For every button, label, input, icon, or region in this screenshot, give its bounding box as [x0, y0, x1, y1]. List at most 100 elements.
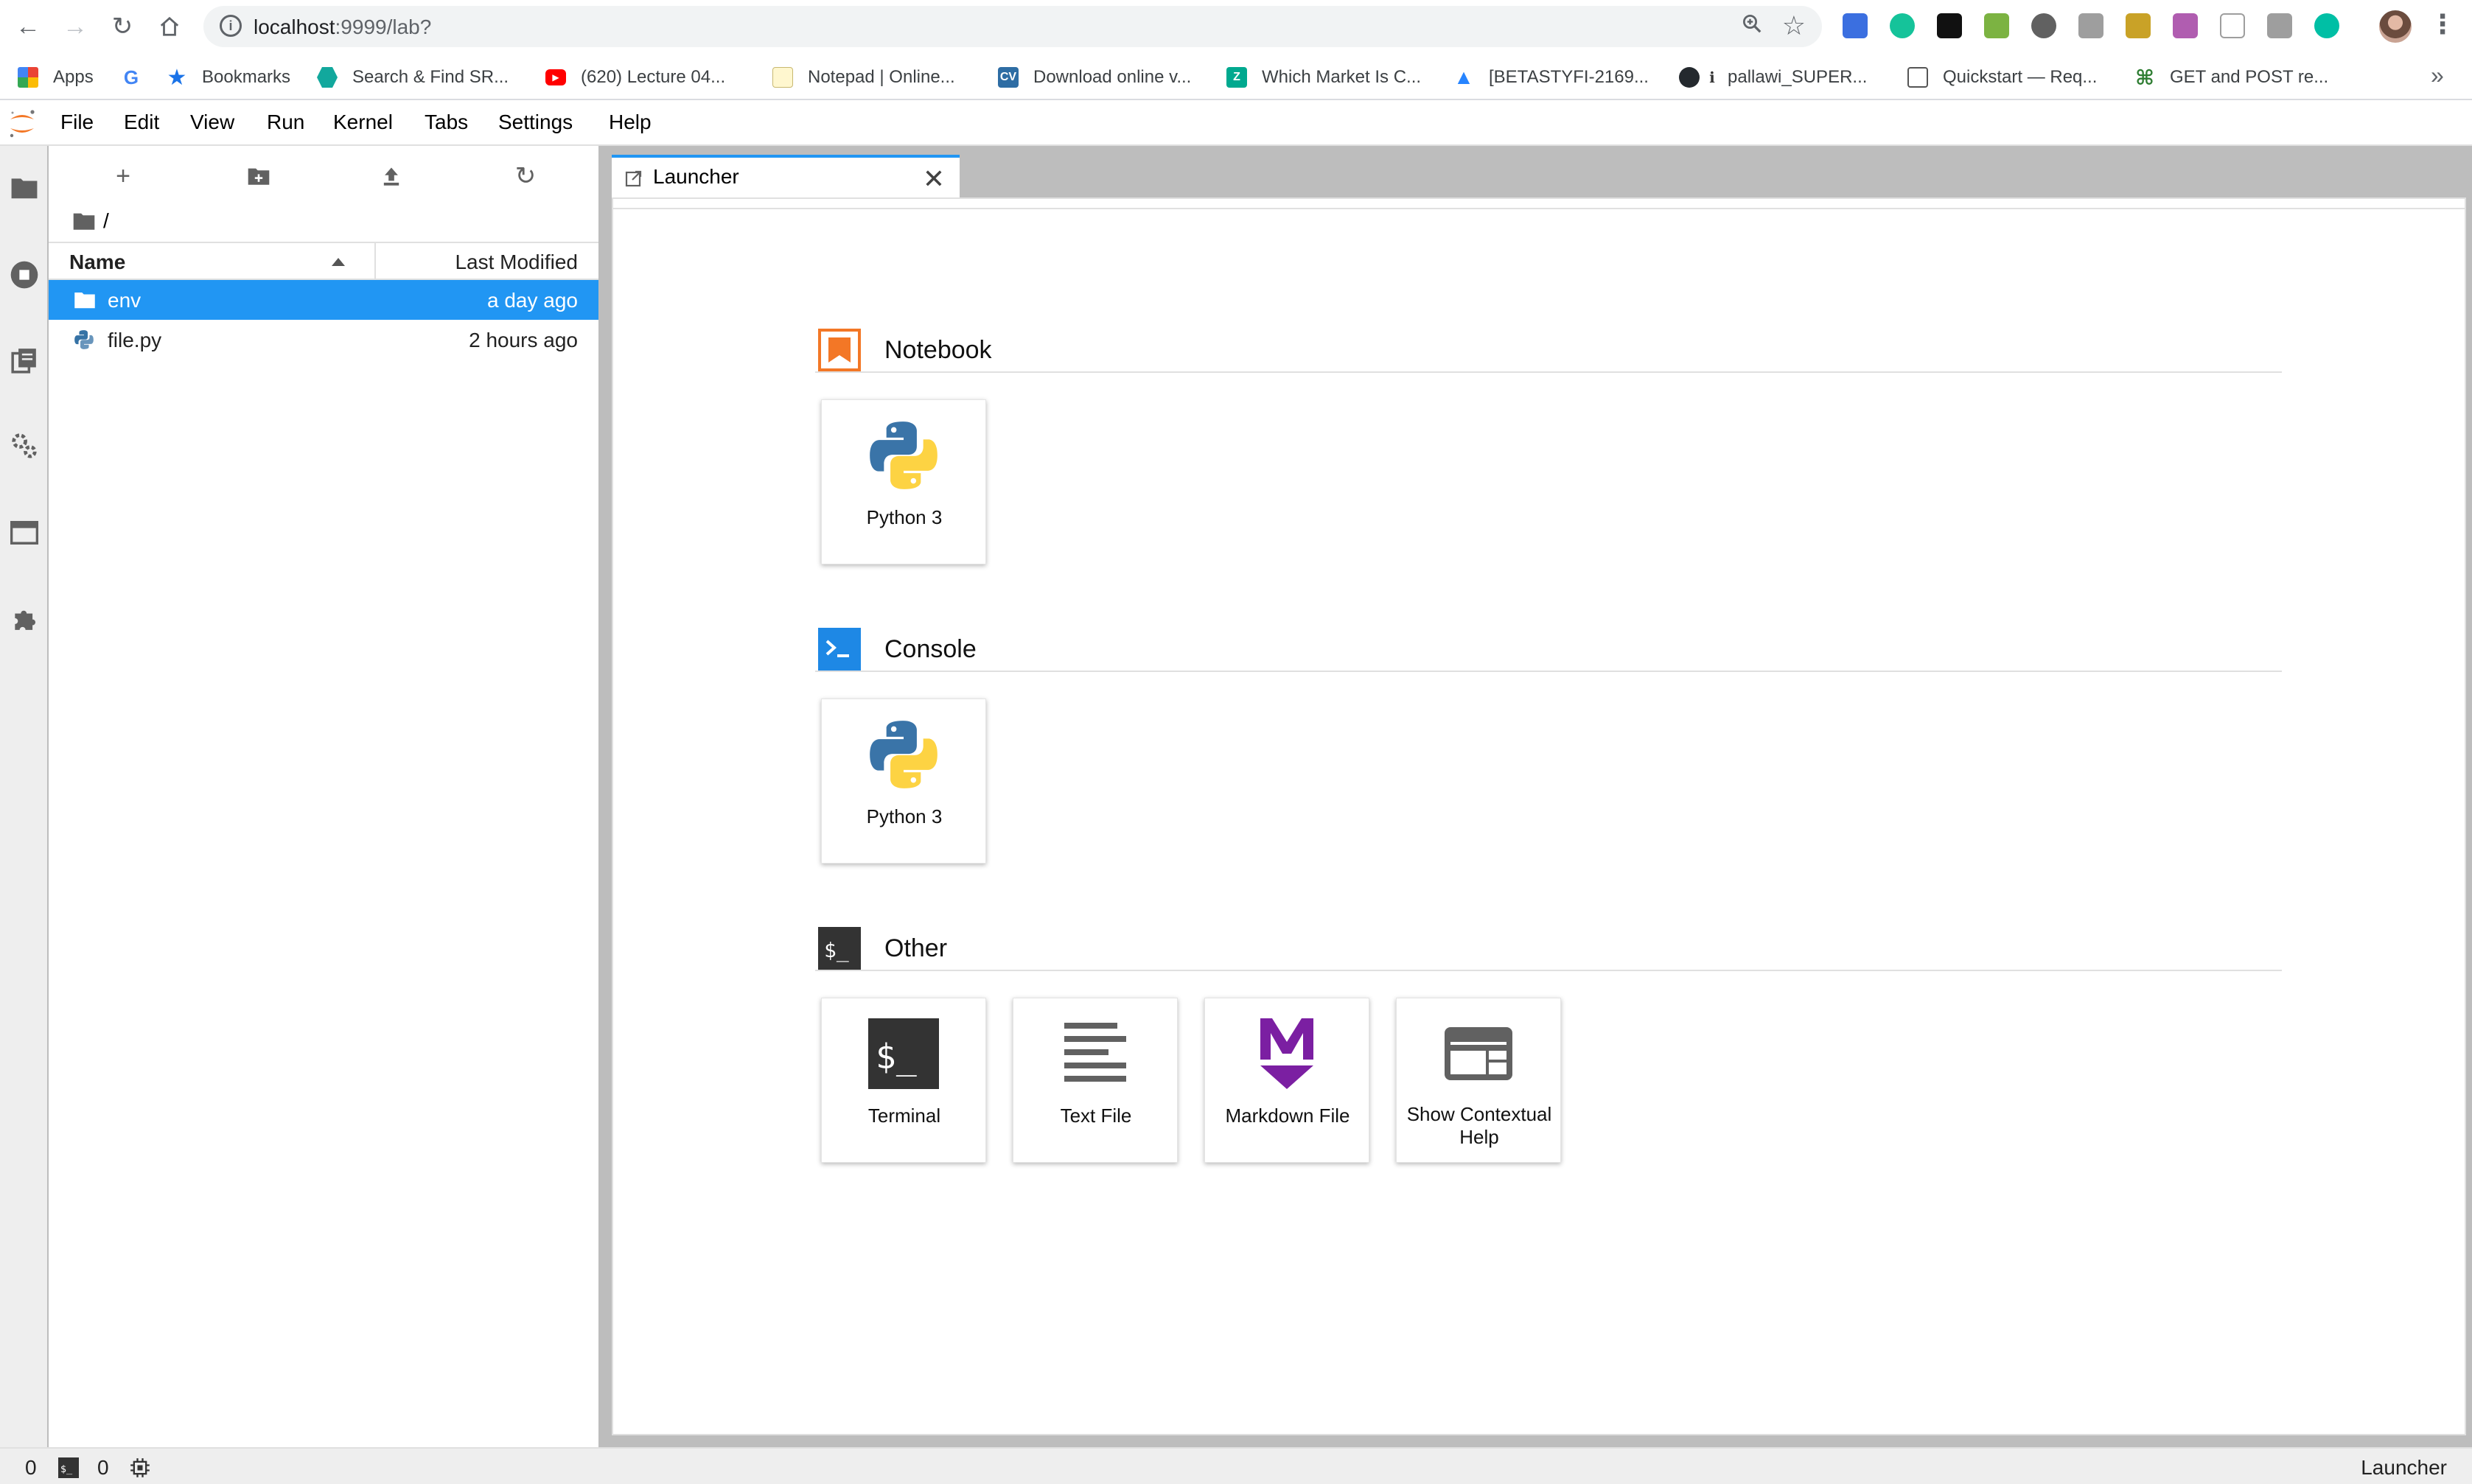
- menu-tabs[interactable]: Tabs: [425, 111, 468, 134]
- menu-kernel[interactable]: Kernel: [333, 111, 393, 134]
- running-sessions-icon[interactable]: [7, 258, 41, 292]
- bookmark-star-icon[interactable]: ☆: [1782, 10, 1806, 41]
- file-name: env: [108, 289, 142, 312]
- status-bar: 0 $_ 0 Launcher: [0, 1447, 2472, 1484]
- terminal-status-icon[interactable]: $_: [57, 1457, 80, 1483]
- bookmark-bookmarks[interactable]: ★ Bookmarks: [167, 65, 291, 90]
- column-name-header[interactable]: Name: [69, 251, 125, 274]
- upload-icon[interactable]: [374, 159, 408, 193]
- menu-help[interactable]: Help: [609, 111, 652, 134]
- extension-box-icon[interactable]: [2267, 13, 2292, 38]
- card-label: Show Contextual Help: [1406, 1103, 1552, 1148]
- breadcrumb: /: [72, 206, 109, 236]
- svg-text:$_: $_: [876, 1037, 917, 1077]
- text-file-icon: [1055, 1013, 1136, 1094]
- bookmarks-overflow-icon[interactable]: »: [2431, 62, 2444, 89]
- terminal-count[interactable]: 0: [97, 1456, 109, 1480]
- browser-menu-icon[interactable]: ⋮: [2429, 9, 2456, 40]
- github-icon: [1679, 67, 1700, 88]
- command-palette-icon[interactable]: [7, 343, 41, 377]
- launcher-card-markdown-file[interactable]: Markdown File: [1204, 998, 1369, 1163]
- extension-code-icon[interactable]: [2078, 13, 2103, 38]
- panel-divider: [613, 208, 2466, 209]
- file-modified: 2 hours ago: [469, 329, 578, 351]
- extension-grammarly-icon[interactable]: [1890, 13, 1915, 38]
- bookmark-which-market[interactable]: Z Which Market Is C...: [1226, 65, 1421, 90]
- extension-mendeley-icon[interactable]: [1937, 13, 1962, 38]
- launcher-tab-icon: [625, 170, 642, 187]
- bookmark-get-post[interactable]: ⌘ GET and POST re...: [2134, 65, 2328, 90]
- column-divider[interactable]: [374, 243, 376, 280]
- section-header: $_ Other: [815, 927, 2282, 971]
- file-name: file.py: [108, 329, 162, 351]
- menu-settings[interactable]: Settings: [498, 111, 573, 134]
- bookmark-lecture[interactable]: ▶ (620) Lecture 04...: [545, 65, 725, 90]
- extension-m-icon[interactable]: [2314, 13, 2339, 38]
- memory-chip-icon[interactable]: [130, 1457, 150, 1483]
- site-info-icon[interactable]: i: [220, 15, 242, 37]
- hexagon-icon: [317, 67, 338, 88]
- launcher-card-text-file[interactable]: Text File: [1013, 998, 1178, 1163]
- notepad-icon: [772, 67, 793, 88]
- launcher-card-terminal[interactable]: $_ Terminal: [821, 998, 986, 1163]
- kernel-count[interactable]: 0: [25, 1456, 37, 1480]
- extension-printer-icon[interactable]: [1984, 13, 2009, 38]
- extensions-puzzle-icon[interactable]: [7, 601, 41, 635]
- bookmark-google[interactable]: G: [121, 65, 142, 90]
- new-launcher-icon[interactable]: +: [106, 159, 140, 193]
- svg-text:$_: $_: [60, 1463, 73, 1475]
- reload-icon[interactable]: ↻: [105, 9, 140, 44]
- launcher-card-notebook-python3[interactable]: Python 3: [821, 399, 986, 564]
- status-current-activity: Launcher: [2361, 1456, 2447, 1479]
- extension-circle-icon[interactable]: [2031, 13, 2056, 38]
- launcher-card-console-python3[interactable]: Python 3: [821, 699, 986, 864]
- property-inspector-icon[interactable]: [7, 429, 41, 463]
- file-row-env[interactable]: env a day ago: [49, 280, 598, 320]
- launcher-card-contextual-help[interactable]: Show Contextual Help: [1396, 998, 1561, 1163]
- file-list-header: Name Last Modified: [49, 242, 598, 280]
- close-icon[interactable]: ✕: [923, 164, 945, 195]
- folder-icon[interactable]: [7, 171, 41, 205]
- extension-image-icon[interactable]: [2126, 13, 2151, 38]
- bookmark-github[interactable]: ℹ pallawi_SUPER...: [1679, 65, 1867, 90]
- bookmark-notepad[interactable]: Notepad | Online...: [772, 65, 955, 90]
- python-file-icon: [74, 330, 94, 349]
- file-row-file-py[interactable]: file.py 2 hours ago: [49, 320, 598, 360]
- bookmark-apps[interactable]: Apps: [18, 65, 94, 90]
- column-modified-header[interactable]: Last Modified: [455, 251, 578, 274]
- open-tabs-icon[interactable]: [7, 516, 41, 550]
- extension-reader-icon[interactable]: [2220, 13, 2245, 38]
- tab-launcher[interactable]: Launcher ✕: [612, 155, 960, 197]
- new-folder-icon[interactable]: [242, 159, 276, 193]
- card-label: Python 3: [866, 506, 943, 528]
- zoom-icon[interactable]: [1741, 13, 1763, 41]
- tab-bar: Launcher ✕: [609, 146, 2472, 197]
- sidebar-splitter[interactable]: [598, 146, 609, 1447]
- forward-arrow-icon[interactable]: →: [57, 9, 93, 44]
- profile-avatar[interactable]: [2379, 10, 2412, 43]
- address-bar[interactable]: i localhost:9999/lab? ☆: [203, 6, 1822, 47]
- extension-calendar-icon[interactable]: [1843, 13, 1868, 38]
- refresh-icon[interactable]: ↻: [509, 159, 542, 193]
- console-section-icon: [818, 628, 861, 671]
- bookmark-quickstart[interactable]: Quickstart — Req...: [1907, 65, 2097, 90]
- apps-grid-icon: [18, 67, 38, 88]
- home-icon[interactable]: [152, 9, 187, 44]
- breadcrumb-folder-icon[interactable]: [72, 211, 96, 231]
- bookmark-search-find[interactable]: Search & Find SR...: [317, 65, 509, 90]
- docs-book-icon: [1907, 67, 1928, 88]
- address-url[interactable]: localhost:9999/lab?: [254, 15, 431, 39]
- menu-edit[interactable]: Edit: [124, 111, 159, 134]
- menu-run[interactable]: Run: [267, 111, 304, 134]
- zap-icon: Z: [1226, 67, 1247, 88]
- breadcrumb-root[interactable]: /: [103, 209, 109, 233]
- bookmark-jira[interactable]: ▲ [BETASTYFI-2169...: [1453, 65, 1649, 90]
- sort-ascending-icon[interactable]: [332, 258, 345, 266]
- jupyter-menubar: File Edit View Run Kernel Tabs Settings …: [0, 100, 2472, 146]
- bookmark-download-online[interactable]: CV Download online v...: [998, 65, 1191, 90]
- menu-file[interactable]: File: [60, 111, 94, 134]
- extension-pattern-icon[interactable]: [2173, 13, 2198, 38]
- menu-view[interactable]: View: [190, 111, 234, 134]
- back-arrow-icon[interactable]: ←: [10, 9, 46, 44]
- card-label: Text File: [1060, 1105, 1132, 1127]
